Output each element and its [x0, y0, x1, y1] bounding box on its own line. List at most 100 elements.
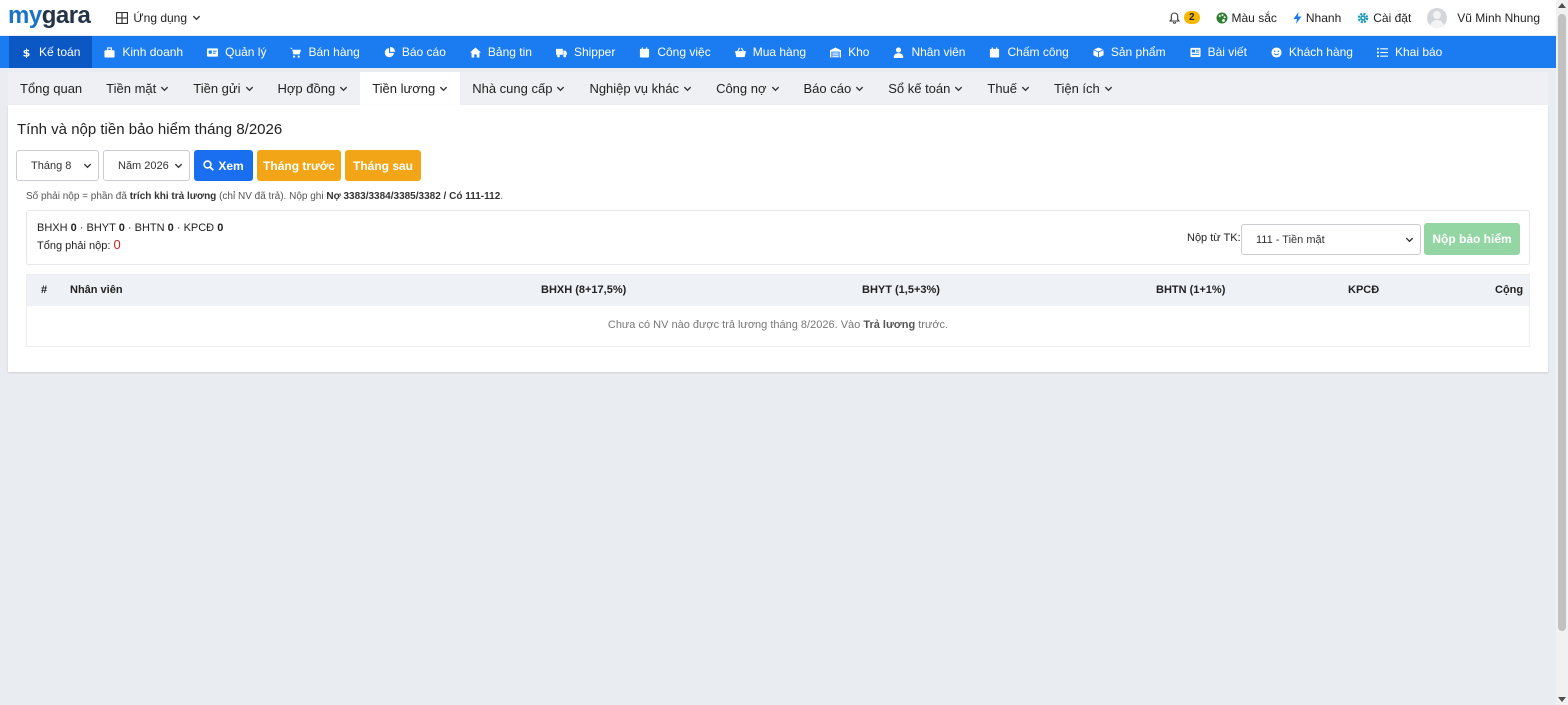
prev-month-button[interactable]: Tháng trước	[257, 150, 341, 181]
summary-box: BHXH 0 · BHYT 0 · BHTN 0 · KPCĐ 0 Tổng p…	[26, 210, 1530, 265]
nav-quan-ly[interactable]: Quản lý	[195, 36, 278, 68]
chevron-down-icon	[856, 86, 864, 92]
smile-icon	[1271, 46, 1282, 58]
view-button[interactable]: Xem	[194, 150, 253, 181]
chevron-down-icon	[955, 86, 963, 92]
tab-tien-ich[interactable]: Tiện ích	[1042, 72, 1125, 105]
sub-nav: Tổng quan Tiền mặt Tiền gửi Hợp đồng Tiề…	[8, 72, 1548, 105]
calendar-check-icon	[990, 46, 1000, 58]
user-menu[interactable]: Vũ Minh Nhung	[1427, 7, 1540, 28]
summary-total: Tổng phải nộp: 0	[37, 237, 121, 252]
svg-text:$: $	[23, 47, 31, 58]
chevron-down-icon	[161, 86, 169, 92]
tab-nghiep-vu-khac[interactable]: Nghiệp vụ khác	[577, 72, 704, 105]
notification-badge: 2	[1183, 11, 1200, 24]
nav-bao-cao[interactable]: Báo cáo	[372, 36, 458, 68]
nav-bang-tin[interactable]: Bảng tin	[458, 36, 544, 68]
bell-icon	[1168, 11, 1180, 24]
chevron-down-icon	[683, 86, 692, 92]
tab-tien-luong[interactable]: Tiền lương	[360, 72, 461, 105]
search-icon	[203, 160, 215, 171]
palette-icon	[1216, 12, 1228, 23]
basket-icon	[734, 47, 746, 57]
list-icon	[1376, 47, 1388, 57]
col-employee: Nhân viên	[70, 284, 123, 296]
summary-breakdown: BHXH 0 · BHYT 0 · BHTN 0 · KPCĐ 0	[37, 222, 224, 234]
id-card-icon	[207, 47, 219, 57]
pay-insurance-button[interactable]: Nộp bảo hiểm	[1424, 223, 1520, 255]
chevron-down-icon	[245, 86, 253, 92]
quick-button[interactable]: Nhanh	[1293, 11, 1341, 25]
nav-shipper[interactable]: Shipper	[544, 36, 627, 68]
scroll-down-arrow-icon[interactable]	[1558, 697, 1566, 702]
nav-bai-viet[interactable]: Bài viết	[1178, 36, 1259, 68]
col-kpcd: KPCĐ	[1348, 284, 1380, 296]
home-icon	[469, 46, 481, 58]
nav-kinh-doanh[interactable]: Kinh doanh	[92, 36, 195, 68]
next-month-button[interactable]: Tháng sau	[345, 150, 421, 181]
dollar-icon: $	[23, 47, 31, 58]
grid-icon	[116, 11, 129, 24]
tab-nha-cung-cap[interactable]: Nhà cung cấp	[460, 72, 577, 105]
main-nav: $ Kế toán Kinh doanh Quản lý Bán hàng Báo…	[0, 36, 1556, 68]
pie-chart-icon	[384, 46, 395, 57]
chevron-down-icon	[174, 163, 183, 169]
tab-thue[interactable]: Thuế	[975, 72, 1042, 105]
tab-so-ke-toan[interactable]: Sổ kế toán	[876, 72, 975, 105]
box-icon	[1093, 46, 1104, 58]
warehouse-icon	[830, 46, 842, 58]
empty-message: Chưa có NV nào được trả lương tháng 8/20…	[607, 319, 949, 331]
nav-nhan-vien[interactable]: Nhân viên	[881, 36, 977, 68]
pay-from-account-select[interactable]: 111 - Tiền mặt	[1241, 224, 1421, 255]
newspaper-icon	[1190, 47, 1201, 57]
tab-tong-quan[interactable]: Tổng quan	[8, 72, 94, 105]
tab-hop-dong[interactable]: Hợp đồng	[266, 72, 361, 105]
scrollbar-thumb[interactable]	[1558, 14, 1566, 631]
filter-controls: Tháng 8 Năm 2026 Xem Tháng trước Tháng s…	[16, 150, 421, 181]
col-bhxh: BHXH (8+17,5%)	[541, 284, 627, 296]
nav-kho[interactable]: Kho	[818, 36, 881, 68]
col-total: Cộng	[1495, 284, 1524, 296]
month-select[interactable]: Tháng 8	[16, 150, 99, 181]
chevron-down-icon	[340, 86, 348, 92]
user-name: Vũ Minh Nhung	[1457, 10, 1540, 25]
settings-label: Cài đặt	[1373, 10, 1412, 25]
year-select[interactable]: Năm 2026	[103, 150, 190, 181]
cart-icon	[290, 47, 302, 58]
nav-ban-hang[interactable]: Bán hàng	[278, 36, 371, 68]
page-title: Tính và nộp tiền bảo hiểm tháng 8/2026	[17, 121, 283, 138]
col-bhtn: BHTN (1+1%)	[1156, 284, 1226, 296]
chevron-down-icon	[1104, 86, 1112, 92]
chevron-down-icon	[192, 15, 201, 21]
tab-tien-mat[interactable]: Tiền mặt	[94, 72, 181, 105]
chevron-down-icon	[83, 163, 92, 169]
apps-menu[interactable]: Ứng dụng	[116, 11, 201, 25]
settings-button[interactable]: Cài đặt	[1357, 11, 1411, 25]
nav-mua-hang[interactable]: Mua hàng	[723, 36, 818, 68]
col-index: #	[41, 284, 48, 296]
user-icon	[894, 46, 904, 58]
notifications-button[interactable]: 2	[1168, 11, 1200, 24]
chevron-down-icon	[1021, 86, 1030, 92]
pay-from-label: Nộp từ TK:	[1187, 232, 1241, 244]
table-header: # Nhân viên BHXH (8+17,5%) BHYT (1,5+3%)…	[27, 275, 1529, 306]
nav-khach-hang[interactable]: Khách hàng	[1259, 36, 1365, 68]
scroll-up-arrow-icon[interactable]	[1558, 3, 1566, 8]
bolt-icon	[1293, 11, 1302, 24]
nav-ke-toan[interactable]: $ Kế toán	[9, 36, 93, 68]
tab-bao-cao[interactable]: Báo cáo	[792, 72, 877, 105]
salary-link[interactable]: Trả lương	[863, 319, 915, 331]
chevron-down-icon	[440, 86, 448, 92]
colors-button[interactable]: Màu sắc	[1216, 11, 1277, 25]
nav-cong-viec[interactable]: Công việc	[627, 36, 722, 68]
insurance-table: # Nhân viên BHXH (8+17,5%) BHYT (1,5+3%)…	[26, 274, 1530, 347]
tab-cong-no[interactable]: Công nợ	[704, 72, 791, 105]
nav-san-pham[interactable]: Sản phẩm	[1081, 36, 1178, 68]
nav-cham-cong[interactable]: Chấm công	[977, 36, 1080, 68]
chevron-down-icon	[1405, 237, 1414, 243]
nav-khai-bao[interactable]: Khai báo	[1365, 36, 1454, 68]
logo[interactable]: mygara	[8, 3, 91, 28]
info-note: Số phải nộp = phần đã trích khi trả lươn…	[26, 191, 504, 202]
tab-tien-gui[interactable]: Tiền gửi	[181, 72, 265, 105]
scrollbar[interactable]	[1556, 0, 1568, 705]
